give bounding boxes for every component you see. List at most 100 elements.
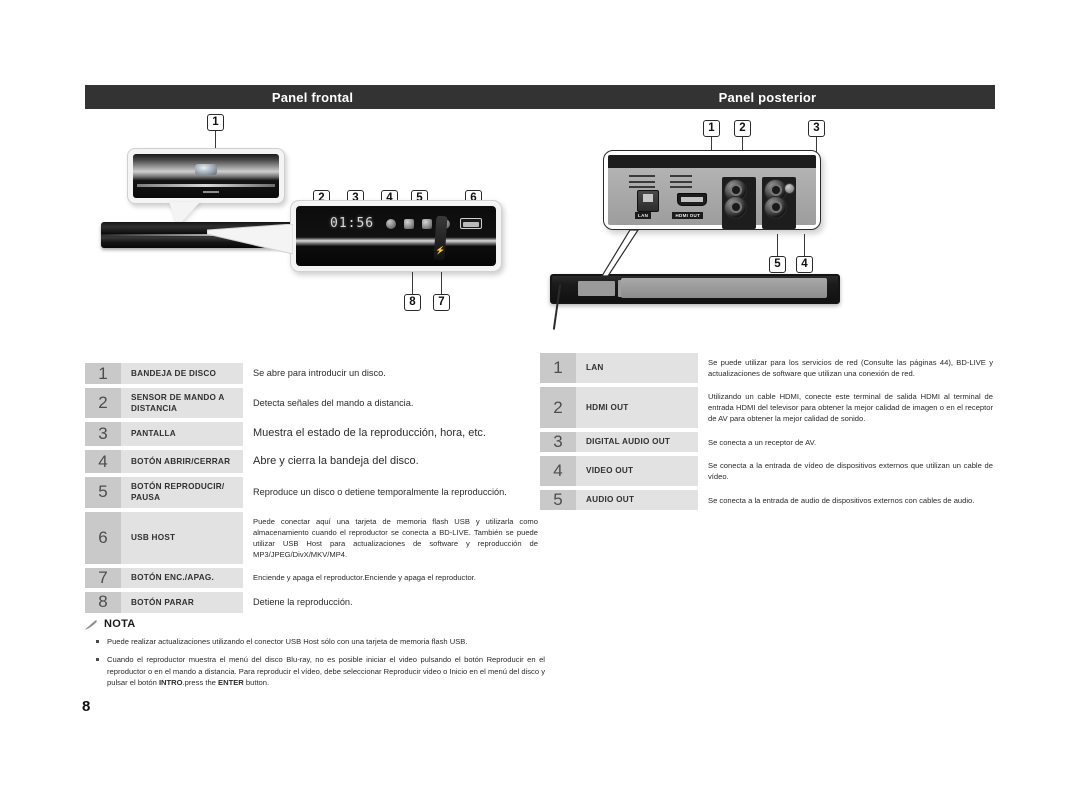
table-row-number: 3 [540, 432, 576, 452]
table-row-number: 1 [85, 363, 121, 385]
section-header-front: Panel frontal [85, 85, 540, 109]
callout-connector-rear [600, 229, 640, 277]
callout-badge-rear-2: 2 [734, 120, 751, 137]
rear-panel-device [550, 274, 840, 304]
stop-button-icon[interactable] [404, 218, 414, 229]
table-row: 5 AUDIO OUT Se conecta a la entrada de aud… [540, 490, 995, 510]
front-panel-spec-table: 1 BANDEJA DE DISCO Se abre para introducir… [85, 363, 540, 617]
table-row-label: PANTALLA [121, 422, 243, 446]
callout-lead-rear-5 [777, 234, 778, 256]
table-row-label: VIDEO OUT [576, 456, 698, 486]
table-row-label: BANDEJA DE DISCO [121, 363, 243, 385]
callout-badge-front-7: 7 [433, 294, 450, 311]
device-rear-plate [620, 278, 827, 299]
rear-top-bar [608, 155, 816, 168]
table-row-description: Puede conectar aquí una tarjeta de memor… [253, 516, 538, 559]
front-disc-tray-closeup [127, 148, 285, 204]
callout-lead-rear-4 [804, 234, 805, 256]
note-header: NOTA [85, 618, 545, 630]
table-row-description: Enciende y apaga el reproductor.Enciende… [253, 573, 476, 583]
callout-badge-rear-3: 3 [808, 120, 825, 137]
table-row-description: Se abre para introducir un disco. [253, 368, 386, 378]
table-row-number: 7 [85, 567, 121, 588]
vent-slot [628, 186, 655, 189]
table-row-label: LAN [576, 353, 698, 383]
rear-panel-spec-table: 1 LAN Se puede utilizar para los servicios… [540, 353, 995, 514]
table-row-number: 2 [85, 388, 121, 419]
table-row-number: 1 [540, 353, 576, 383]
table-row-description: Se conecta a un receptor de AV. [708, 437, 817, 447]
section-title-front: Panel frontal [271, 89, 354, 105]
table-row-description: Muestra el estado de la reproducción, ho… [253, 427, 486, 440]
lan-port-icon[interactable] [637, 189, 660, 212]
table-row-number: 5 [540, 490, 576, 510]
rear-connectors-closeup: LAN HDMI OUT [603, 150, 821, 230]
pencil-icon [85, 619, 97, 630]
note-title: NOTA [104, 618, 136, 630]
table-row-label: BOTÓN ABRIR/CERRAR [121, 449, 243, 474]
callout-badge-front-8: 8 [404, 294, 421, 311]
callout-badge-rear-4: 4 [796, 256, 813, 273]
table-row: 2 HDMI OUT Utilizando un cable HDMI, conec… [540, 387, 995, 428]
table-row-number: 8 [85, 591, 121, 613]
callout-lead-front-8 [412, 272, 413, 294]
usb-host-port-icon[interactable] [460, 218, 482, 229]
vent-slot [670, 174, 693, 177]
front-controls-closeup: 01:56 [290, 200, 502, 272]
bluray-logo-icon [195, 163, 217, 175]
table-row-label: BOTÓN ENC./APAG. [121, 567, 243, 588]
table-row-description: Abre y cierra la bandeja del disco. [253, 454, 419, 467]
note-item: Puede realizar actualizaciones utilizand… [85, 636, 545, 647]
table-row-description: Se conecta a la entrada de vídeo de disp… [708, 461, 993, 481]
table-row-description: Se puede utilizar para los servicios de … [708, 358, 993, 378]
tray-notch [203, 190, 220, 193]
rear-panel-illustration: 1 2 3 LAN HDMI OUT 5 4 [540, 112, 995, 342]
page-number: 8 [82, 698, 91, 715]
table-row-label: USB HOST [121, 511, 243, 564]
table-row-description: Se conecta a la entrada de audio de disp… [708, 495, 975, 505]
disc-tray-seam [137, 183, 275, 187]
play-pause-button-icon[interactable] [422, 218, 432, 229]
table-row: 3 DIGITAL AUDIO OUT Se conecta a un recept… [540, 432, 995, 452]
callout-badge-rear-1: 1 [703, 120, 720, 137]
table-row: 7 BOTÓN ENC./APAG. Enciende y apaga el rep… [85, 567, 540, 588]
table-row-number: 4 [540, 456, 576, 486]
device-rear-jacks [577, 280, 615, 297]
eject-button-icon[interactable] [386, 218, 396, 229]
section-header-rear: Panel posterior [540, 85, 995, 109]
section-title-rear: Panel posterior [718, 89, 817, 105]
lan-port-label: LAN [635, 212, 652, 220]
note-block: NOTA Puede realizar actualizaciones util… [85, 618, 545, 696]
table-row-number: 3 [85, 422, 121, 446]
table-row-label: AUDIO OUT [576, 490, 698, 510]
table-row-description: Utilizando un cable HDMI, conecte este t… [708, 392, 993, 423]
video-out-jack-icon[interactable] [764, 195, 787, 219]
table-row-number: 5 [85, 477, 121, 508]
table-row-description: Reproduce un disco o detiene temporalmen… [253, 486, 507, 497]
table-row-number: 4 [85, 449, 121, 474]
manual-page: Panel frontal 1 2 3 4 5 6 01:56 ⚡ 8 7 Pa… [0, 0, 1080, 788]
callout-badge-rear-5: 5 [769, 256, 786, 273]
chassis-screw-icon [784, 182, 796, 194]
table-row: 4 BOTÓN ABRIR/CERRAR Abre y cierra la band… [85, 449, 540, 474]
table-row: 6 USB HOST Puede conectar aquí una tarjeta… [85, 511, 540, 564]
callout-badge-front-1: 1 [207, 114, 224, 131]
table-row-number: 2 [540, 387, 576, 428]
usb-cover-flap[interactable] [433, 215, 448, 260]
table-row-description: Detiene la reproducción. [253, 596, 353, 607]
table-row: 5 BOTÓN REPRODUCIR/ PAUSA Reproduce un dis… [85, 477, 540, 508]
table-row: 2 SENSOR DE MANDO A DISTANCIA Detecta seña… [85, 388, 540, 419]
table-row: 8 BOTÓN PARAR Detiene la reproducción. [85, 591, 540, 613]
table-row-label: BOTÓN PARAR [121, 591, 243, 613]
note-item: Cuando el reproductor muestra el menú de… [85, 654, 545, 688]
table-row: 1 BANDEJA DE DISCO Se abre para introducir… [85, 363, 540, 385]
table-row: 1 LAN Se puede utilizar para los servicios… [540, 353, 995, 383]
vent-slot [628, 174, 655, 177]
front-panel-illustration: 1 2 3 4 5 6 01:56 ⚡ 8 7 [85, 112, 540, 342]
callout-lead-front-7 [441, 272, 442, 294]
note-items: Puede realizar actualizaciones utilizand… [85, 636, 545, 689]
vent-slot [670, 186, 693, 189]
hdmi-out-port-icon[interactable] [676, 193, 707, 207]
callout-connector-b [207, 224, 293, 254]
table-row-number: 6 [85, 511, 121, 564]
